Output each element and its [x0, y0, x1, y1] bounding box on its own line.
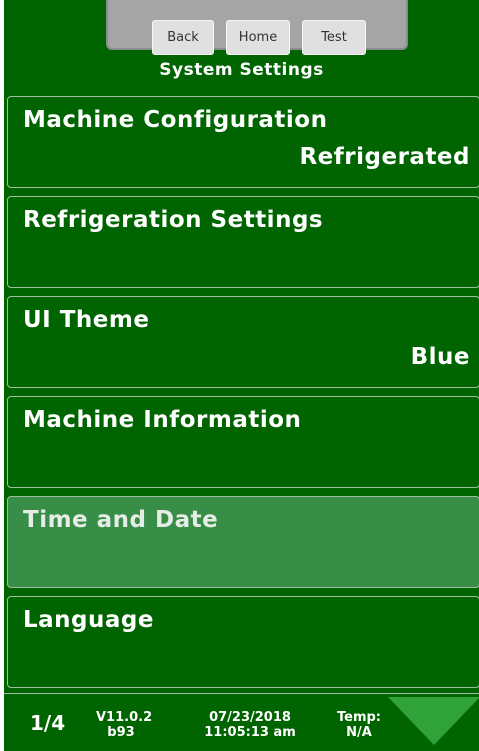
menu-item-time-and-date[interactable]: Time and Date [7, 496, 479, 588]
menu-item-label: Language [23, 607, 154, 633]
menu-item-value: Refrigerated [299, 144, 470, 170]
menu-item-value: Blue [410, 344, 470, 370]
temp-label: Temp: [336, 710, 381, 725]
menu-item-label: Machine Configuration [23, 107, 328, 133]
test-button[interactable]: Test [302, 20, 366, 55]
menu-item-label: Machine Information [23, 407, 302, 433]
menu-item-language[interactable]: Language [7, 596, 479, 688]
current-date: 07/23/2018 [209, 710, 291, 725]
temperature-info: Temp: N/A [322, 710, 396, 740]
menu-item-machine-information[interactable]: Machine Information [7, 396, 479, 488]
menu-item-machine-configuration[interactable]: Machine Configuration Refrigerated [7, 96, 479, 188]
triangle-down-icon[interactable] [388, 697, 479, 745]
page-title: System Settings [159, 60, 324, 80]
menu-item-label: Time and Date [23, 507, 219, 533]
build-number: b93 [107, 725, 135, 740]
page-indicator: 1/4 [30, 711, 66, 735]
back-button[interactable]: Back [152, 20, 214, 55]
temp-value: N/A [346, 725, 372, 740]
datetime-info: 07/23/2018 11:05:13 am [190, 710, 310, 740]
menu-item-label: UI Theme [23, 307, 150, 333]
menu-item-refrigeration-settings[interactable]: Refrigeration Settings [7, 196, 479, 288]
menu-item-label: Refrigeration Settings [23, 207, 324, 233]
system-settings-screen: Back Home Test System Settings Machine C… [4, 0, 479, 751]
version-info: V11.0.2 b93 [96, 710, 153, 740]
home-button[interactable]: Home [226, 20, 290, 55]
version-number: V11.0.2 [96, 710, 153, 725]
menu-item-ui-theme[interactable]: UI Theme Blue [7, 296, 479, 388]
current-time: 11:05:13 am [204, 725, 296, 740]
